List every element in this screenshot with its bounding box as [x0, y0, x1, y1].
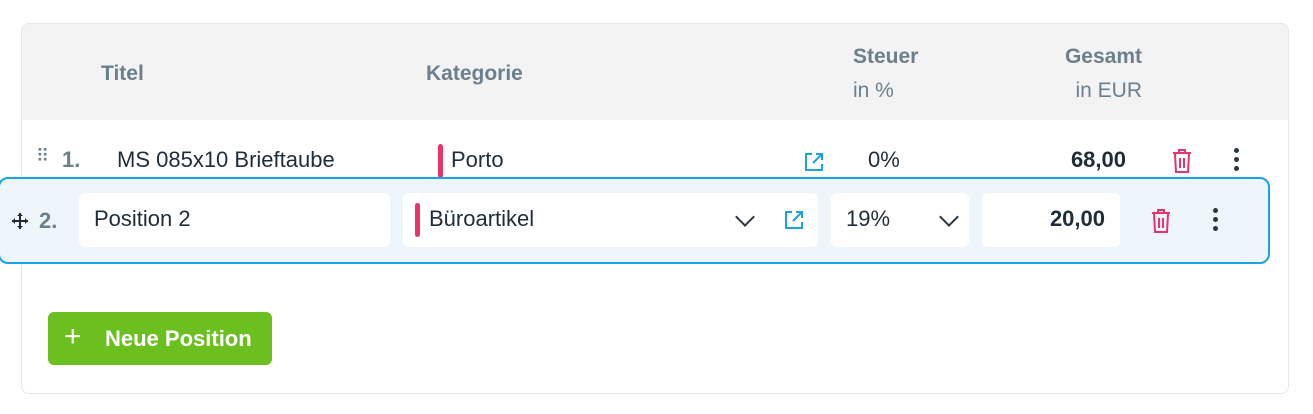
- chevron-down-icon[interactable]: [735, 207, 755, 227]
- row-title[interactable]: MS 085x10 Brieftaube: [117, 147, 335, 173]
- new-position-label: Neue Position: [105, 326, 252, 351]
- total-input-value: 20,00: [1049, 206, 1105, 231]
- tax-select-value: 19%: [846, 206, 891, 231]
- header-tax-label: Steuer: [853, 45, 919, 68]
- header-total: Gesamt in EUR: [1022, 40, 1142, 108]
- table-header: Titel Kategorie Steuer in % Gesamt in EU…: [22, 24, 1288, 120]
- tax-select[interactable]: 19%: [831, 193, 969, 247]
- category-select[interactable]: Büroartikel: [403, 193, 818, 247]
- header-category: Kategorie: [426, 62, 523, 85]
- external-link-icon[interactable]: [802, 150, 826, 174]
- header-total-unit: in EUR: [1075, 79, 1142, 102]
- title-input[interactable]: Position 2: [79, 193, 390, 247]
- row-total[interactable]: 68,00: [1006, 147, 1126, 173]
- header-tax: Steuer in %: [853, 40, 918, 108]
- table-row-editing[interactable]: 2. Position 2 Büroartikel 19% 20,00: [0, 177, 1270, 264]
- more-vertical-icon[interactable]: [1213, 208, 1219, 235]
- drag-handle-icon[interactable]: ⠿: [36, 146, 49, 167]
- row-tax[interactable]: 0%: [868, 147, 900, 173]
- header-title: Titel: [101, 62, 144, 85]
- external-link-icon[interactable]: [782, 208, 806, 232]
- total-input[interactable]: 20,00: [982, 193, 1120, 247]
- title-input-value: Position 2: [94, 206, 191, 231]
- trash-icon[interactable]: [1170, 148, 1194, 174]
- header-total-label: Gesamt: [1064, 45, 1142, 68]
- row-index: 1.: [62, 147, 81, 172]
- chevron-down-icon[interactable]: [939, 207, 959, 227]
- category-color-bar: [415, 203, 420, 237]
- row-index: 2.: [39, 208, 58, 233]
- category-select-value: Büroartikel: [429, 206, 535, 231]
- header-tax-unit: in %: [853, 79, 894, 102]
- category-color-bar: [438, 144, 443, 178]
- more-vertical-icon[interactable]: [1234, 148, 1240, 175]
- move-cursor-icon[interactable]: [11, 212, 29, 230]
- row-category[interactable]: Porto: [451, 147, 504, 173]
- plus-icon: +: [64, 320, 82, 353]
- new-position-button[interactable]: + Neue Position: [48, 312, 272, 365]
- trash-icon[interactable]: [1149, 208, 1173, 234]
